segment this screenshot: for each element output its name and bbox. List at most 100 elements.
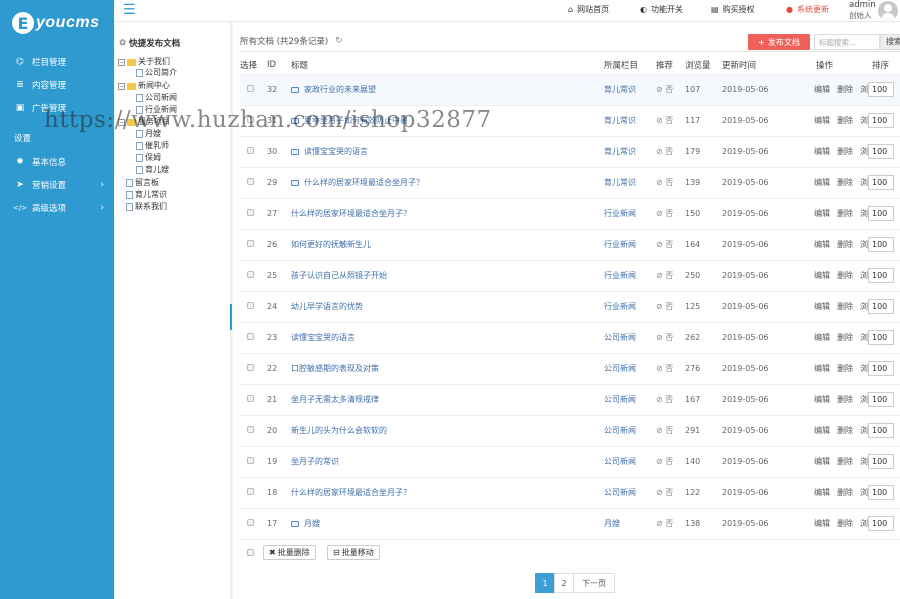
row-checkbox[interactable] bbox=[247, 240, 254, 247]
delete-link[interactable]: 删除 bbox=[837, 147, 853, 156]
edit-link[interactable]: 编辑 bbox=[814, 240, 830, 249]
batch-delete-button[interactable]: ✖ 批量删除 bbox=[263, 545, 316, 560]
edit-link[interactable]: 编辑 bbox=[814, 457, 830, 466]
row-recommend[interactable]: ⊘ 否 bbox=[656, 73, 685, 105]
delete-link[interactable]: 删除 bbox=[837, 302, 853, 311]
edit-link[interactable]: 编辑 bbox=[814, 271, 830, 280]
refresh-icon[interactable]: ↻ bbox=[335, 36, 343, 46]
row-recommend[interactable]: ⊘ 否 bbox=[656, 507, 685, 539]
logo[interactable]: E youcms bbox=[0, 0, 114, 46]
view-link[interactable]: 浏览 bbox=[860, 364, 868, 373]
delete-link[interactable]: 删除 bbox=[837, 395, 853, 404]
edit-link[interactable]: 编辑 bbox=[814, 364, 830, 373]
view-link[interactable]: 浏览 bbox=[860, 178, 868, 187]
row-checkbox[interactable] bbox=[247, 364, 254, 371]
delete-link[interactable]: 删除 bbox=[837, 240, 853, 249]
edit-link[interactable]: 编辑 bbox=[814, 116, 830, 125]
publish-document-button[interactable]: + 发布文档 bbox=[748, 34, 810, 50]
edit-link[interactable]: 编辑 bbox=[814, 426, 830, 435]
row-category[interactable]: 行业新闻 bbox=[604, 290, 656, 322]
edit-link[interactable]: 编辑 bbox=[814, 488, 830, 497]
row-category[interactable]: 月嫂 bbox=[604, 507, 656, 539]
tree-node[interactable]: 联系我们 bbox=[126, 202, 167, 212]
row-recommend[interactable]: ⊘ 否 bbox=[656, 321, 685, 353]
tree-node[interactable]: 留言板 bbox=[126, 178, 159, 188]
edit-link[interactable]: 编辑 bbox=[814, 178, 830, 187]
row-title-link[interactable]: 月嫂 bbox=[291, 509, 604, 539]
system-update-link[interactable]: ● 系统更新 bbox=[786, 4, 829, 15]
row-title-link[interactable]: 什么样的居家环境最适合坐月子？ bbox=[291, 199, 604, 229]
row-recommend[interactable]: ⊘ 否 bbox=[656, 352, 685, 384]
delete-link[interactable]: 删除 bbox=[837, 426, 853, 435]
row-title-link[interactable]: 什么样的居家环境最适合坐月子？ bbox=[291, 168, 604, 198]
row-checkbox[interactable] bbox=[247, 271, 254, 278]
view-link[interactable]: 浏览 bbox=[860, 519, 868, 528]
row-recommend[interactable]: ⊘ 否 bbox=[656, 414, 685, 446]
row-category[interactable]: 公司新闻 bbox=[604, 414, 656, 446]
edit-link[interactable]: 编辑 bbox=[814, 85, 830, 94]
next-page-button[interactable]: 下一页 bbox=[573, 573, 615, 593]
row-category[interactable]: 育儿常识 bbox=[604, 104, 656, 136]
row-recommend[interactable]: ⊘ 否 bbox=[656, 445, 685, 477]
row-title-link[interactable]: 孩子认识自己从照镜子开始 bbox=[291, 261, 604, 291]
row-category[interactable]: 育儿常识 bbox=[604, 166, 656, 198]
delete-link[interactable]: 删除 bbox=[837, 488, 853, 497]
row-recommend[interactable]: ⊘ 否 bbox=[656, 476, 685, 508]
sidebar-item-advanced[interactable]: </> 高级选项 › bbox=[0, 196, 114, 219]
delete-link[interactable]: 删除 bbox=[837, 85, 853, 94]
view-link[interactable]: 浏览 bbox=[860, 426, 868, 435]
row-title-link[interactable]: 夏季坐月子如何有效防止中暑 bbox=[291, 106, 604, 136]
tree-node[interactable]: 育儿常识 bbox=[126, 190, 167, 200]
view-link[interactable]: 浏览 bbox=[860, 85, 868, 94]
site-home-link[interactable]: ⌂ 网站首页 bbox=[568, 4, 609, 15]
order-input[interactable] bbox=[868, 392, 894, 407]
search-input[interactable] bbox=[814, 34, 880, 50]
row-category[interactable]: 育儿常识 bbox=[604, 73, 656, 105]
row-recommend[interactable]: ⊘ 否 bbox=[656, 197, 685, 229]
delete-link[interactable]: 删除 bbox=[837, 271, 853, 280]
row-checkbox[interactable] bbox=[247, 85, 254, 92]
row-category[interactable]: 公司新闻 bbox=[604, 352, 656, 384]
page-2-button[interactable]: 2 bbox=[554, 573, 574, 593]
edit-link[interactable]: 编辑 bbox=[814, 209, 830, 218]
delete-link[interactable]: 删除 bbox=[837, 364, 853, 373]
edit-link[interactable]: 编辑 bbox=[814, 302, 830, 311]
order-input[interactable] bbox=[868, 516, 894, 532]
tree-node[interactable]: 公司新闻 bbox=[136, 93, 177, 103]
batch-move-button[interactable]: ⊟ 批量移动 bbox=[327, 545, 380, 560]
delete-link[interactable]: 删除 bbox=[837, 333, 853, 342]
row-checkbox[interactable] bbox=[247, 209, 254, 216]
row-recommend[interactable]: ⊘ 否 bbox=[656, 135, 685, 167]
row-category[interactable]: 行业新闻 bbox=[604, 259, 656, 291]
edit-link[interactable]: 编辑 bbox=[814, 395, 830, 404]
row-title-link[interactable]: 读懂宝宝哭的语言 bbox=[291, 323, 604, 353]
view-link[interactable]: 浏览 bbox=[860, 488, 868, 497]
row-title-link[interactable]: 新生儿的头为什么会软软的 bbox=[291, 416, 604, 446]
row-recommend[interactable]: ⊘ 否 bbox=[656, 259, 685, 291]
row-title-link[interactable]: 幼儿早学语言的优势 bbox=[291, 292, 604, 322]
tree-node[interactable]: 保姆 bbox=[136, 153, 161, 163]
sidebar-item-marketing[interactable]: ➤ 营销设置 › bbox=[0, 173, 114, 196]
view-link[interactable]: 浏览 bbox=[860, 271, 868, 280]
buy-license-link[interactable]: ▤ 购买授权 bbox=[711, 4, 755, 15]
row-checkbox[interactable] bbox=[247, 519, 254, 527]
view-link[interactable]: 浏览 bbox=[860, 395, 868, 404]
row-checkbox[interactable] bbox=[247, 333, 254, 340]
tree-node[interactable]: 催乳师 bbox=[136, 141, 169, 151]
order-input[interactable] bbox=[868, 237, 894, 252]
order-input[interactable] bbox=[868, 454, 894, 469]
view-link[interactable]: 浏览 bbox=[860, 209, 868, 218]
delete-link[interactable]: 删除 bbox=[837, 519, 853, 528]
order-input[interactable] bbox=[868, 268, 894, 283]
edit-link[interactable]: 编辑 bbox=[814, 333, 830, 342]
order-input[interactable] bbox=[868, 330, 894, 345]
view-link[interactable]: 浏览 bbox=[860, 116, 868, 125]
view-link[interactable]: 浏览 bbox=[860, 302, 868, 311]
row-checkbox[interactable] bbox=[247, 116, 254, 123]
row-title-link[interactable]: 如何更好的抚触新生儿 bbox=[291, 230, 604, 260]
feature-switch-link[interactable]: ◐ 功能开关 bbox=[640, 4, 683, 15]
order-input[interactable] bbox=[868, 206, 894, 221]
view-link[interactable]: 浏览 bbox=[860, 147, 868, 156]
row-recommend[interactable]: ⊘ 否 bbox=[656, 104, 685, 136]
row-title-link[interactable]: 坐月子无需太多清规戒律 bbox=[291, 385, 604, 415]
